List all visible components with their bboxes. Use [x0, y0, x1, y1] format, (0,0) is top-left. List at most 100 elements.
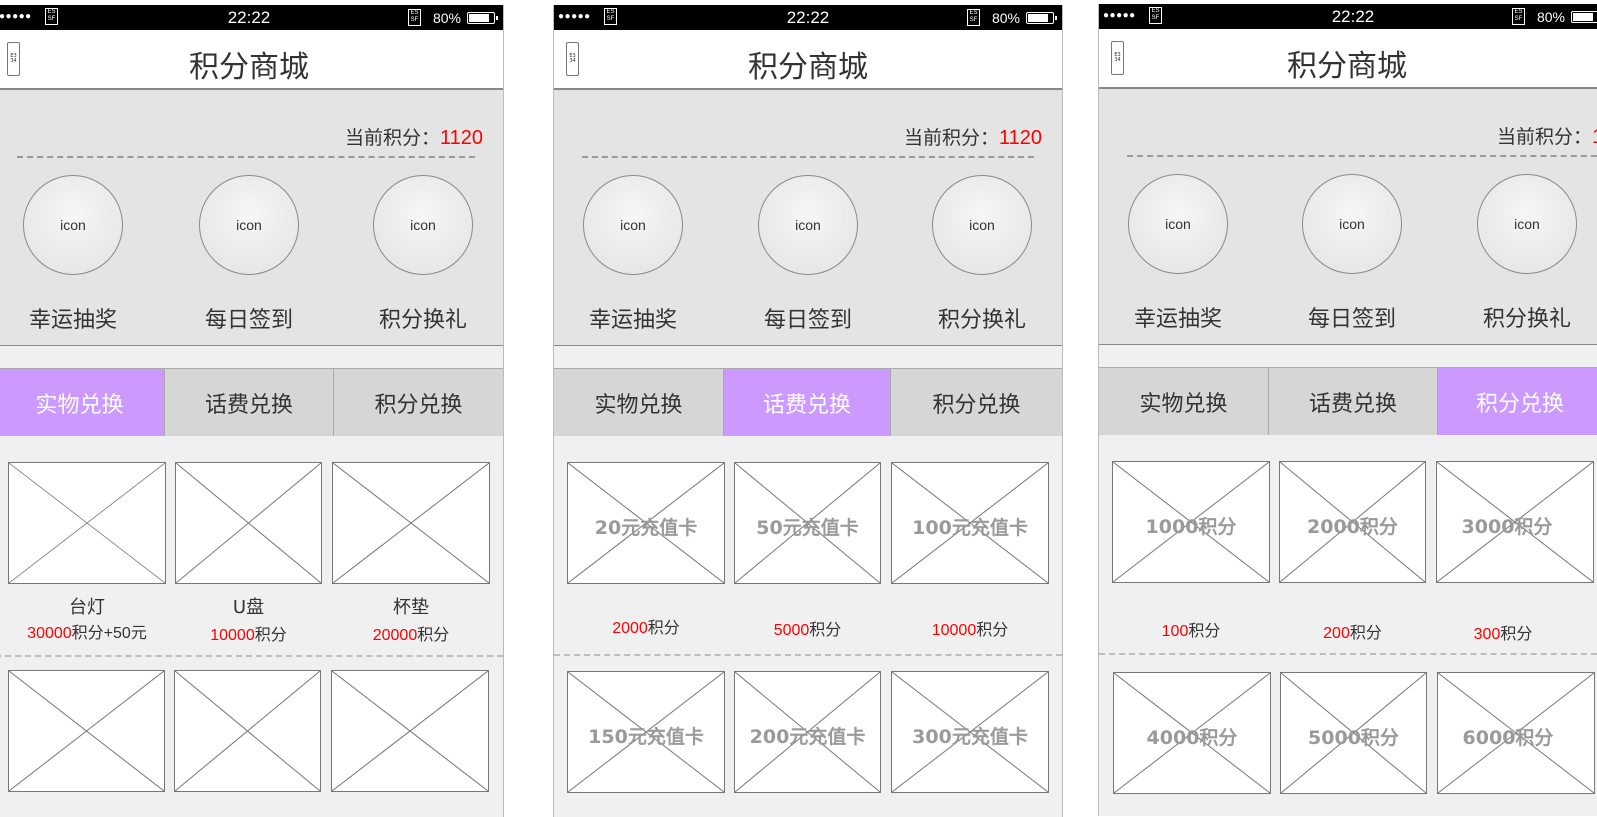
- product-card[interactable]: 台灯 30000积分+50元: [8, 462, 166, 652]
- product-price: 20000积分: [372, 627, 450, 644]
- product-card[interactable]: 300元充值卡: [891, 671, 1049, 793]
- exchange-tabs: 实物兑换 话费兑换 积分兑换: [1099, 367, 1597, 437]
- bluetooth-icon: ES SF: [407, 9, 421, 26]
- product-card[interactable]: 100元充值卡 10000积分: [891, 462, 1049, 652]
- product-card[interactable]: [8, 670, 165, 792]
- product-image-placeholder: 4000积分: [1113, 672, 1271, 794]
- tab-points[interactable]: 积分兑换: [891, 369, 1062, 437]
- product-card[interactable]: 200元充值卡: [734, 671, 881, 793]
- feature-label-gift: 积分换礼: [378, 308, 467, 333]
- battery-group: ES SF 80%: [1511, 8, 1597, 25]
- tab-phone-credit[interactable]: 话费兑换: [1269, 368, 1438, 436]
- product-card[interactable]: [174, 670, 321, 792]
- product-card[interactable]: 4000积分: [1113, 672, 1271, 794]
- product-price: 30000积分+50元: [27, 625, 147, 642]
- battery-percent: 80%: [1536, 8, 1565, 25]
- battery-icon: [1026, 11, 1057, 24]
- product-image-placeholder: 100元充值卡: [891, 462, 1049, 584]
- card-label: 2000积分: [1307, 516, 1398, 538]
- points-label: 当前积分：: [1496, 126, 1592, 148]
- product-card[interactable]: 5000积分: [1280, 672, 1427, 794]
- feature-gift[interactable]: icon 积分换礼: [912, 175, 1052, 334]
- card-label: 3000积分: [1461, 516, 1553, 538]
- product-image-placeholder: 5000积分: [1280, 672, 1427, 794]
- product-name: U盘: [232, 597, 265, 618]
- feature-lottery[interactable]: icon 幸运抽奖: [1108, 174, 1248, 333]
- product-card[interactable]: 2000积分 200积分: [1279, 461, 1426, 651]
- page-title: 积分商城: [748, 50, 868, 85]
- feature-label-lottery: 幸运抽奖: [588, 308, 677, 333]
- points-summary: 当前积分：1120 icon 幸运抽奖 icon 每日签到 icon 积分换礼: [0, 90, 503, 346]
- tab-phone-credit[interactable]: 话费兑换: [165, 369, 334, 437]
- points-value: 1120: [1592, 126, 1597, 148]
- page-title: 积分商城: [1287, 49, 1407, 84]
- product-card[interactable]: 6000积分: [1437, 672, 1595, 794]
- feature-gift[interactable]: icon 积分换礼: [353, 175, 493, 334]
- product-card[interactable]: 20元充值卡 2000积分: [567, 462, 725, 652]
- product-image-placeholder: 6000积分: [1437, 672, 1595, 794]
- product-image-placeholder: [332, 462, 490, 584]
- product-image-placeholder: 150元充值卡: [567, 671, 725, 793]
- page-title: 积分商城: [189, 50, 309, 85]
- feature-label-lottery: 幸运抽奖: [28, 308, 117, 333]
- product-card[interactable]: [331, 670, 489, 792]
- dashed-divider: [1127, 155, 1597, 157]
- product-price: 5000积分: [773, 622, 842, 639]
- feature-label-lottery: 幸运抽奖: [1133, 307, 1222, 332]
- tab-phone-credit[interactable]: 话费兑换: [724, 369, 891, 437]
- points-label: 当前积分：: [344, 127, 440, 149]
- product-image-placeholder: 3000积分: [1436, 461, 1594, 583]
- status-bar: ●●●●● ES SF 22:22 ES SF 80%: [0, 5, 503, 30]
- product-image-placeholder: 200元充值卡: [734, 671, 881, 793]
- product-card[interactable]: 1000积分 100积分: [1112, 461, 1270, 651]
- title-bar: E3 34 积分商城: [554, 30, 1062, 90]
- checkin-icon[interactable]: icon: [199, 175, 299, 275]
- gift-icon[interactable]: icon: [932, 175, 1032, 275]
- product-price: 10000积分: [931, 622, 1009, 639]
- gift-icon[interactable]: icon: [1477, 174, 1577, 274]
- product-image-placeholder: [331, 670, 489, 792]
- product-card[interactable]: 150元充值卡: [567, 671, 725, 793]
- feature-gift[interactable]: icon 积分换礼: [1457, 174, 1597, 333]
- lottery-icon[interactable]: icon: [1128, 174, 1228, 274]
- lottery-icon[interactable]: icon: [583, 175, 683, 275]
- checkin-icon[interactable]: icon: [1302, 174, 1402, 274]
- title-bar: E3 34 积分商城: [0, 30, 503, 90]
- feature-checkin[interactable]: icon 每日签到: [738, 175, 878, 334]
- feature-label-checkin: 每日签到: [1307, 307, 1396, 332]
- feature-checkin[interactable]: icon 每日签到: [1282, 174, 1422, 333]
- tab-physical[interactable]: 实物兑换: [0, 369, 165, 437]
- status-bar: ●●●●● ES SF 22:22 ES SF 80%: [1099, 4, 1597, 29]
- product-image-placeholder: [8, 462, 166, 584]
- feature-lottery[interactable]: icon 幸运抽奖: [563, 175, 703, 334]
- product-card[interactable]: 杯垫 20000积分: [332, 462, 490, 652]
- current-points: 当前积分：1120: [904, 123, 1042, 150]
- gift-icon[interactable]: icon: [373, 175, 473, 275]
- product-image-placeholder: 50元充值卡: [734, 462, 881, 584]
- checkin-icon[interactable]: icon: [758, 175, 858, 275]
- status-bar: ●●●●● ES SF 22:22 ES SF 80%: [554, 5, 1062, 30]
- tab-physical[interactable]: 实物兑换: [1099, 368, 1269, 436]
- card-label: 50元充值卡: [756, 517, 859, 539]
- phone-screen-phone-credit: ●●●●● ES SF 22:22 ES SF 80% E3 34 积分商城 当…: [553, 5, 1063, 817]
- tab-physical[interactable]: 实物兑换: [554, 369, 724, 437]
- battery-group: ES SF 80%: [407, 9, 498, 26]
- points-value: 1120: [998, 127, 1042, 149]
- row-divider: [0, 655, 503, 657]
- points-summary: 当前积分：1120 icon 幸运抽奖 icon 每日签到 icon 积分换礼: [1099, 89, 1597, 345]
- product-card[interactable]: 50元充值卡 5000积分: [734, 462, 881, 652]
- card-label: 100元充值卡: [912, 517, 1028, 539]
- points-label: 当前积分：: [903, 127, 999, 149]
- feature-label-gift: 积分换礼: [1482, 307, 1571, 332]
- product-card[interactable]: 3000积分 300积分: [1436, 461, 1594, 651]
- battery-percent: 80%: [432, 9, 461, 26]
- lottery-icon[interactable]: icon: [23, 175, 123, 275]
- card-label: 150元充值卡: [588, 726, 704, 748]
- current-points: 当前积分：1120: [345, 123, 483, 150]
- product-card[interactable]: U盘 10000积分: [175, 462, 322, 652]
- feature-checkin[interactable]: icon 每日签到: [179, 175, 319, 334]
- feature-lottery[interactable]: icon 幸运抽奖: [3, 175, 143, 334]
- card-label: 200元充值卡: [749, 726, 866, 748]
- tab-points[interactable]: 积分兑换: [1438, 368, 1597, 436]
- tab-points[interactable]: 积分兑换: [334, 369, 503, 437]
